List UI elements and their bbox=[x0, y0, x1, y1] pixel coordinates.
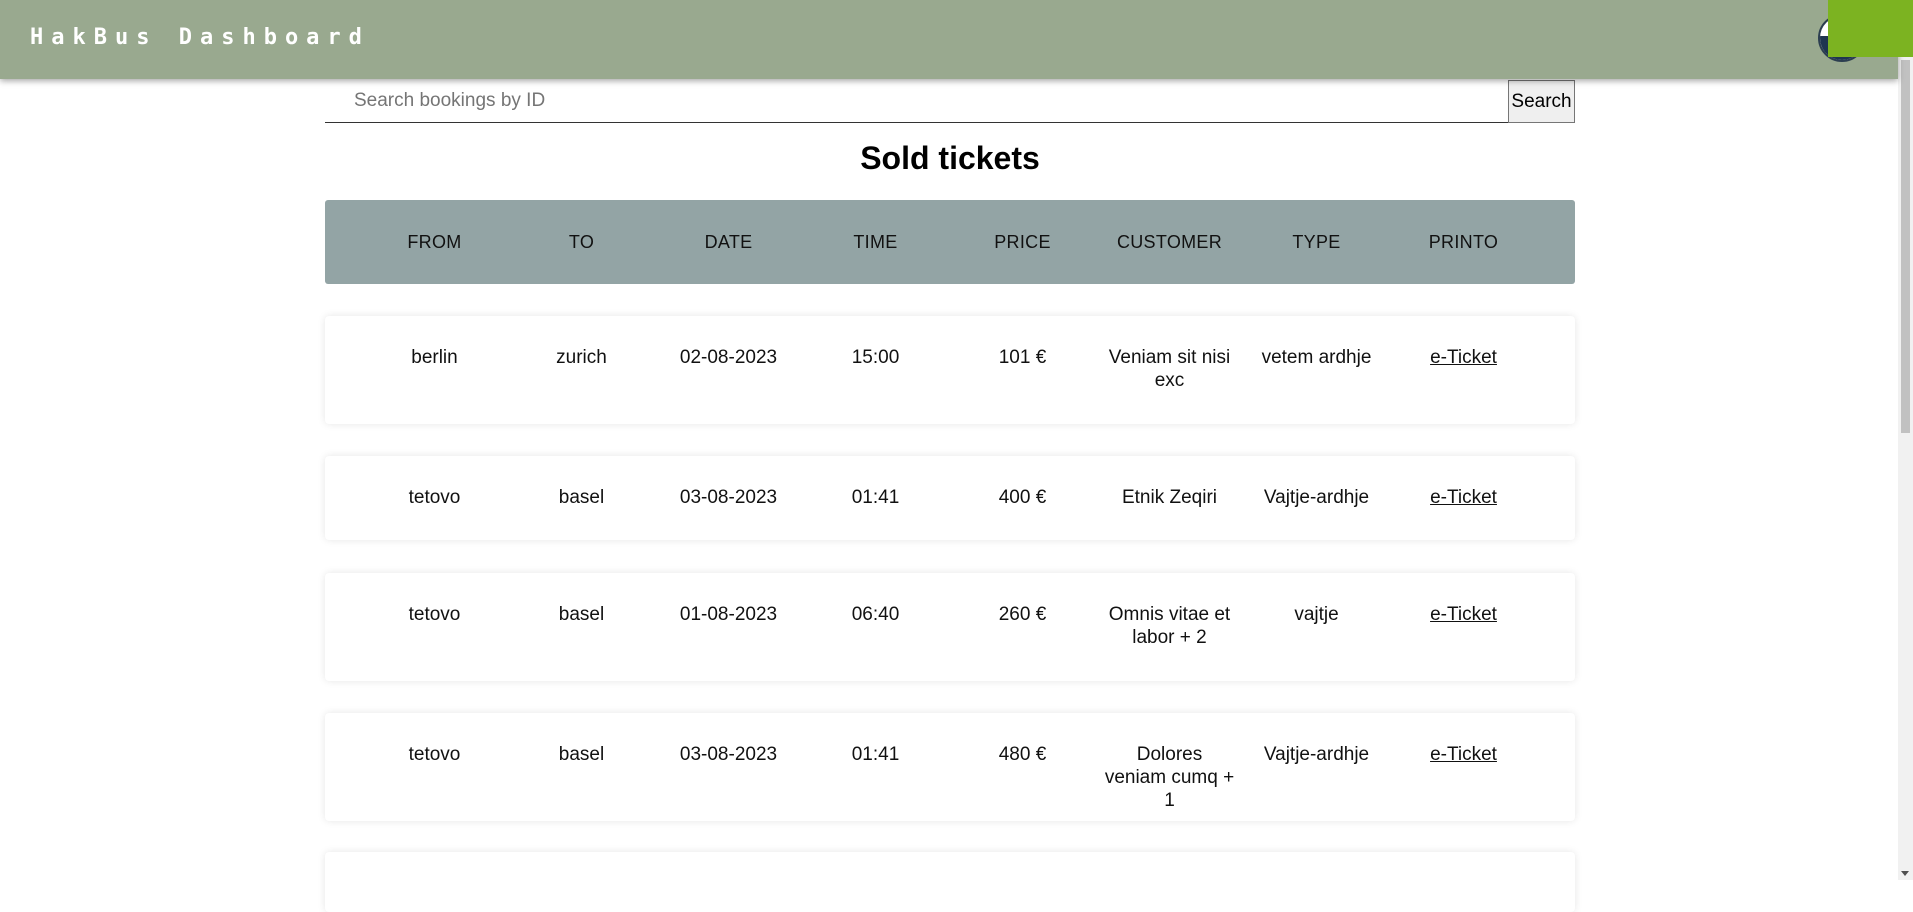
e-ticket-link[interactable]: e-Ticket bbox=[1390, 346, 1537, 369]
search-button[interactable]: Search bbox=[1508, 80, 1575, 123]
cell-price: 480 € bbox=[998, 744, 1047, 765]
table-row: tetovo basel 03-08-2023 01:41 400 € Etnik Zeq… bbox=[325, 456, 1575, 540]
e-ticket-link[interactable]: e-Ticket bbox=[1390, 603, 1537, 626]
page-title: Sold tickets bbox=[860, 140, 1040, 176]
table-row bbox=[325, 852, 1575, 912]
search-input[interactable] bbox=[325, 80, 1508, 123]
column-header-customer: CUSTOMER bbox=[1116, 231, 1223, 252]
cell-time: 01:41 bbox=[851, 487, 900, 508]
cell-from: berlin bbox=[411, 347, 458, 368]
cell-from: tetovo bbox=[408, 744, 461, 765]
cell-customer: Dolores veniam cumq + 1 bbox=[1104, 744, 1235, 811]
cell-type: vajtje bbox=[1294, 604, 1339, 625]
cell-customer: Omnis vitae et labor + 2 bbox=[1108, 604, 1231, 648]
column-header-to: TO bbox=[568, 231, 595, 252]
cell-date: 01-08-2023 bbox=[679, 604, 778, 625]
cell-price: 260 € bbox=[998, 604, 1047, 625]
scrollbar[interactable] bbox=[1898, 0, 1913, 880]
cell-from: tetovo bbox=[408, 487, 461, 508]
cell-customer: Etnik Zeqiri bbox=[1121, 487, 1218, 508]
e-ticket-link[interactable]: e-Ticket bbox=[1390, 486, 1537, 509]
cell-date: 03-08-2023 bbox=[679, 487, 778, 508]
cell-type: Vajtje-ardhje bbox=[1263, 487, 1370, 508]
cell-to: basel bbox=[558, 487, 605, 508]
cell-date: 02-08-2023 bbox=[679, 347, 778, 368]
cell-from: tetovo bbox=[408, 604, 461, 625]
cell-time: 01:41 bbox=[851, 744, 900, 765]
cell-to: zurich bbox=[556, 347, 607, 368]
cell-time: 15:00 bbox=[851, 347, 900, 368]
cell-to: basel bbox=[558, 604, 605, 625]
table-row: berlin zurich 02-08-2023 15:00 101 € Veniam s… bbox=[325, 316, 1575, 424]
cell-type: Vajtje-ardhje bbox=[1263, 744, 1370, 765]
column-header-date: DATE bbox=[704, 231, 753, 252]
cell-price: 400 € bbox=[998, 487, 1047, 508]
cell-customer: Veniam sit nisi exc bbox=[1108, 347, 1231, 391]
corner-accent-block bbox=[1828, 0, 1913, 57]
cell-date: 03-08-2023 bbox=[679, 744, 778, 765]
column-header-from: FROM bbox=[407, 231, 462, 252]
cell-time: 06:40 bbox=[851, 604, 900, 625]
scrollbar-thumb[interactable] bbox=[1901, 60, 1910, 433]
brand-title: HakBus Dashboard bbox=[30, 25, 370, 50]
column-header-type: TYPE bbox=[1292, 231, 1341, 252]
top-bar: HakBus Dashboard bbox=[0, 0, 1898, 79]
column-header-time: TIME bbox=[853, 231, 898, 252]
column-header-price: PRICE bbox=[994, 231, 1051, 252]
e-ticket-link[interactable]: e-Ticket bbox=[1390, 743, 1537, 766]
cell-price: 101 € bbox=[998, 347, 1047, 368]
cell-type: vetem ardhje bbox=[1261, 347, 1372, 368]
cell-to: basel bbox=[558, 744, 605, 765]
scroll-down-arrow-icon[interactable] bbox=[1901, 871, 1909, 876]
search-bar: Search bbox=[325, 80, 1575, 123]
table-row: tetovo basel 01-08-2023 06:40 260 € Omnis vit… bbox=[325, 573, 1575, 681]
table-header: FROM TO DATE TIME PRICE CUSTOMER TYPE PRINTO bbox=[325, 200, 1575, 284]
table-row: tetovo basel 03-08-2023 01:41 480 € Dolores v… bbox=[325, 713, 1575, 821]
column-header-print: PRINTO bbox=[1428, 231, 1499, 252]
